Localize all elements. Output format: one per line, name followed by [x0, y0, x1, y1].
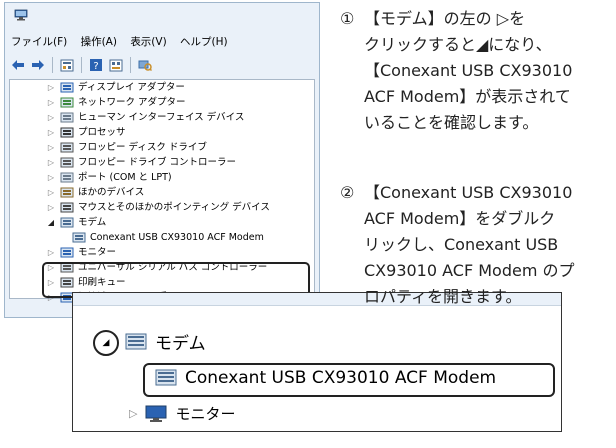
collapsed-expander-icon[interactable]: ▷: [129, 407, 137, 420]
collapsed-arrow-icon[interactable]: ▷: [46, 185, 56, 201]
properties-icon[interactable]: [58, 56, 76, 74]
tree-item[interactable]: ▷ ネットワーク アダプター: [46, 95, 186, 111]
zoom-callout: ◢ モデム Conexant USB CX93010 ACF Modem ▷ モ…: [72, 292, 562, 432]
display-adapter-icon: [60, 82, 74, 93]
tree-item-label: フロッピー ドライブ コントローラー: [78, 157, 237, 168]
tree-item[interactable]: ▷ モニター: [46, 245, 116, 261]
device-manager-app-icon: [14, 9, 28, 21]
tree-item[interactable]: ▷ マウスとそのほかのポインティング デバイス: [46, 200, 270, 216]
step-2-line: ACF Modem】をダブルク: [364, 209, 556, 228]
monitor-icon: [60, 247, 74, 258]
modem-icon: [60, 217, 74, 228]
step-2-line: リックし、Conexant USB: [364, 235, 559, 254]
help-icon[interactable]: ?: [87, 56, 105, 74]
scan-hardware-icon[interactable]: [136, 56, 154, 74]
zoom-monitor-label: モニター: [175, 405, 236, 423]
floppy-controller-icon: [60, 157, 74, 168]
toolbar: ?: [5, 53, 319, 77]
floppy-drive-icon: [60, 142, 74, 153]
collapsed-arrow-icon[interactable]: ▷: [46, 155, 56, 171]
tree-item-label: モニター: [78, 247, 117, 258]
collapsed-arrow-icon[interactable]: ▷: [46, 245, 56, 261]
collapsed-arrow-icon[interactable]: ▷: [46, 170, 56, 186]
tree-item-label: モデム: [78, 217, 107, 228]
step-2: ② 【Conexant USB CX93010 ACF Modem】をダブルク …: [340, 180, 612, 310]
tree-item[interactable]: ▷ ディスプレイ アダプター: [46, 80, 185, 96]
toolbar-separator: [81, 57, 82, 73]
tree-item[interactable]: ▷ フロッピー ドライブ コントローラー: [46, 155, 236, 171]
modem-icon: [125, 333, 147, 349]
tree-item-label: プロセッサ: [78, 127, 126, 138]
step-2-line: 【Conexant USB CX93010: [364, 183, 573, 202]
expanded-arrow-icon[interactable]: ◢: [46, 215, 56, 231]
modem-icon: [72, 232, 86, 243]
monitor-icon: [145, 405, 167, 422]
collapsed-arrow-icon[interactable]: ▷: [46, 200, 56, 216]
tree-item-label: ほかのデバイス: [78, 187, 145, 198]
step-1-line: 【Conexant USB CX93010: [364, 61, 573, 80]
collapsed-arrow-icon[interactable]: ▷: [46, 125, 56, 141]
tree-item-label: フロッピー ディスク ドライブ: [78, 142, 207, 153]
expander-highlight-circle[interactable]: ◢: [93, 330, 119, 356]
modem-expanded-icon: ◢: [102, 338, 110, 348]
zoom-device-label: Conexant USB CX93010 ACF Modem: [185, 368, 497, 388]
tree-item[interactable]: ▷ フロッピー ディスク ドライブ: [46, 140, 207, 156]
toolbar-separator: [52, 57, 53, 73]
processor-icon: [60, 127, 74, 138]
other-devices-icon: [60, 187, 74, 198]
menu-action[interactable]: 操作(A): [81, 36, 117, 48]
step-2-line: ロパティを開きます。: [364, 287, 522, 306]
menu-bar: ファイル(F) 操作(A) 表示(V) ヘルプ(H): [5, 31, 319, 53]
mouse-icon: [60, 202, 74, 213]
zoom-modem-label: モデム: [155, 334, 206, 354]
tree-item[interactable]: Conexant USB CX93010 ACF Modem: [58, 230, 264, 246]
tree-item[interactable]: ▷ ポート (COM と LPT): [46, 170, 172, 186]
tree-item-label: マウスとそのほかのポインティング デバイス: [78, 202, 270, 213]
devices-view-icon[interactable]: [107, 56, 125, 74]
tree-item[interactable]: ◢ モデム: [46, 215, 106, 231]
step-2-number: ②: [340, 183, 355, 202]
menu-view[interactable]: 表示(V): [130, 36, 166, 48]
tree-item[interactable]: ▷ ほかのデバイス: [46, 185, 144, 201]
network-adapter-icon: [60, 97, 74, 108]
tree-item-label: ディスプレイ アダプター: [78, 82, 185, 93]
zoom-monitor-row[interactable]: ▷ モニター: [129, 403, 235, 424]
step-1-number: ①: [340, 9, 355, 28]
modem-icon: [155, 369, 177, 386]
step-1-line: 【モデム】の左の ▷を: [364, 9, 526, 28]
collapsed-arrow-icon[interactable]: ▷: [46, 110, 56, 126]
step-1-line: いることを確認します。: [364, 113, 539, 132]
tree-item-label: ネットワーク アダプター: [78, 97, 186, 108]
forward-arrow-icon[interactable]: [29, 56, 47, 74]
hid-icon: [60, 112, 74, 123]
toolbar-separator: [130, 57, 131, 73]
svg-text:?: ?: [93, 61, 98, 72]
back-arrow-icon[interactable]: [9, 56, 27, 74]
step-2-line: CX93010 ACF Modem のプ: [364, 261, 575, 280]
menu-help[interactable]: ヘルプ(H): [180, 36, 228, 48]
title-bar: [5, 3, 319, 31]
zoom-modem-row[interactable]: モデム: [125, 329, 206, 354]
step-1: ① 【モデム】の左の ▷を クリックすると◢になり、 【Conexant USB…: [340, 6, 612, 136]
collapsed-arrow-icon[interactable]: ▷: [46, 95, 56, 111]
tree-item-label: ヒューマン インターフェイス デバイス: [78, 112, 245, 123]
zoom-device-row[interactable]: Conexant USB CX93010 ACF Modem: [155, 368, 496, 388]
port-icon: [60, 172, 74, 183]
collapsed-arrow-icon[interactable]: ▷: [46, 140, 56, 156]
step-1-line: ACF Modem】が表示されて: [364, 87, 571, 106]
tree-item-label: ポート (COM と LPT): [78, 172, 172, 183]
tree-item[interactable]: ▷ プロセッサ: [46, 125, 126, 141]
collapsed-arrow-icon[interactable]: ▷: [46, 80, 56, 96]
step-1-line: クリックすると◢になり、: [364, 35, 552, 54]
menu-file[interactable]: ファイル(F): [11, 36, 67, 48]
tree-item-label: Conexant USB CX93010 ACF Modem: [90, 232, 264, 243]
tree-item[interactable]: ▷ ヒューマン インターフェイス デバイス: [46, 110, 244, 126]
